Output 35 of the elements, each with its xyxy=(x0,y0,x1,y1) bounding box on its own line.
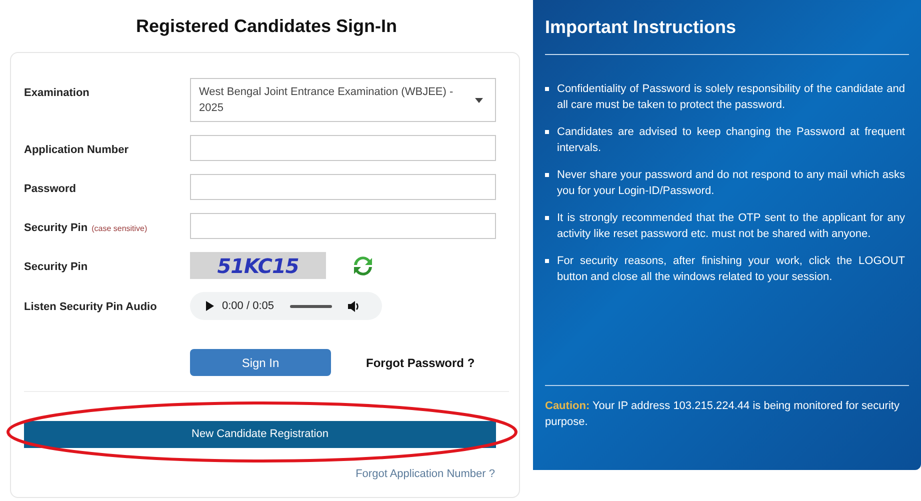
field-label: Security Pin xyxy=(24,222,88,234)
instruction-text: Candidates are advised to keep changing the Password at frequent intervals. xyxy=(557,125,905,156)
instruction-text: Confidentiality of Password is solely responsibility of the candidate and all care must be taken to protect the password. xyxy=(557,82,905,113)
instruction-text: It is strongly recommended that the OTP sent to the applicant for any activity like reset password etc. must not be shared with anyone. xyxy=(557,211,905,242)
volume-icon[interactable] xyxy=(348,300,360,312)
bullet-icon xyxy=(545,216,549,220)
sign-in-button[interactable]: Sign In xyxy=(190,349,331,376)
audio-player[interactable]: 0:00 / 0:05 xyxy=(190,292,382,320)
instruction-text: For security reasons, after finishing your work, click the LOGOUT button and close all the windows related to your session. xyxy=(557,254,905,285)
audio-track[interactable] xyxy=(290,304,332,308)
hint-text: (case sensitive) xyxy=(92,224,148,233)
input-field[interactable] xyxy=(190,135,496,161)
caution-note: Caution: Your IP address 103.215.224.44 is being monitored for security purpose. xyxy=(545,399,900,430)
bullet-icon xyxy=(545,259,549,263)
caret-icon xyxy=(475,98,483,102)
field-label: Application Number xyxy=(24,144,129,156)
bullet-icon xyxy=(545,130,549,134)
forgot-application-link[interactable]: Forgot Application Number ? xyxy=(356,466,495,482)
input-field[interactable] xyxy=(190,174,496,200)
instruction-text: Never share your password and do not respond to any mail which asks you for your Login-ID/Password. xyxy=(557,168,905,199)
field-label: Listen Security Pin Audio xyxy=(24,301,157,313)
registration-button[interactable]: New Candidate Registration xyxy=(24,421,496,448)
captcha-image: 51KC15 xyxy=(190,252,326,279)
signin-title: Registered Candidates Sign-In xyxy=(136,14,398,38)
field-label: Security Pin xyxy=(24,261,88,273)
bullet-icon xyxy=(545,87,549,91)
instructions-title: Important Instructions xyxy=(545,16,738,39)
field-label: Examination xyxy=(24,87,90,99)
play-icon[interactable] xyxy=(206,301,214,311)
audio-time: 0:00 / 0:05 xyxy=(222,298,274,314)
forgot-password-link[interactable]: Forgot Password ? xyxy=(366,354,475,372)
bullet-icon xyxy=(545,173,549,177)
input-field[interactable] xyxy=(190,213,496,239)
examination-select[interactable]: West Bengal Joint Entrance Examination (WBJEE) - 2025 xyxy=(190,78,496,122)
field-label: Password xyxy=(24,183,76,195)
